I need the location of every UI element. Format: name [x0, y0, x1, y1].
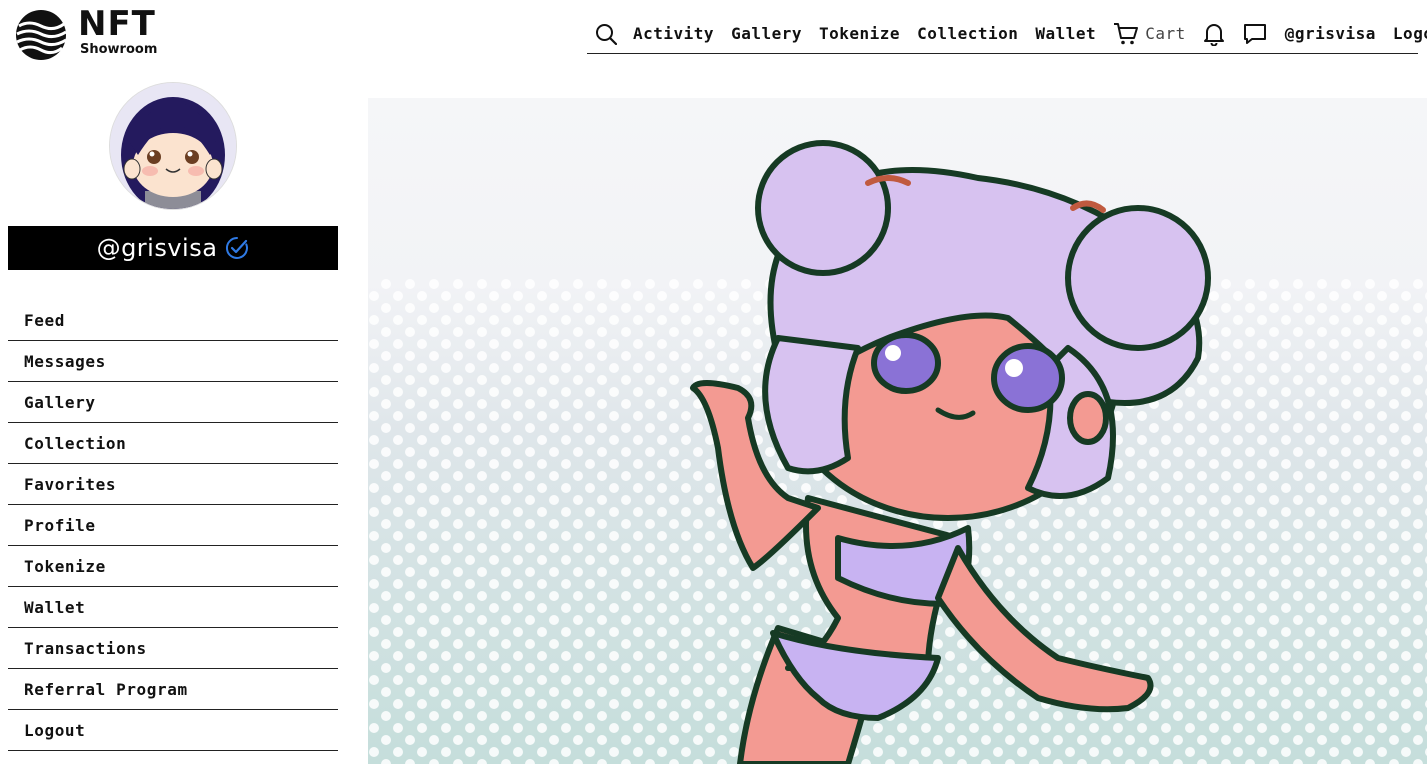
sidebar-item-transactions[interactable]: Transactions — [8, 629, 338, 669]
cart-label: Cart — [1145, 24, 1186, 43]
sidebar-item-collection[interactable]: Collection — [8, 424, 338, 464]
avatar[interactable] — [109, 82, 237, 210]
nav-user-handle[interactable]: @grisvisa — [1285, 24, 1376, 43]
sidebar-menu: Feed Messages Gallery Collection Favorit… — [8, 301, 338, 752]
nav-logout[interactable]: Logout — [1393, 24, 1427, 43]
nav-tokenize[interactable]: Tokenize — [819, 24, 900, 43]
brand-subtitle: Showroom — [80, 42, 158, 57]
sidebar-item-feed[interactable]: Feed — [8, 301, 338, 341]
nft-artwork[interactable] — [368, 98, 1427, 764]
sidebar-item-gallery[interactable]: Gallery — [8, 383, 338, 423]
avatar-illustration — [110, 83, 236, 209]
sidebar-item-logout[interactable]: Logout — [8, 711, 338, 751]
bell-icon[interactable] — [1203, 22, 1225, 46]
nav-activity[interactable]: Activity — [633, 24, 714, 43]
sidebar-item-referral-program[interactable]: Referral Program — [8, 670, 338, 710]
nav-collection[interactable]: Collection — [917, 24, 1018, 43]
nav-cart[interactable]: Cart — [1113, 22, 1186, 46]
profile-handle[interactable]: @grisvisa — [97, 234, 218, 262]
search-icon[interactable] — [595, 23, 617, 45]
sidebar-item-wallet[interactable]: Wallet — [8, 588, 338, 628]
nav-gallery[interactable]: Gallery — [731, 24, 802, 43]
user-banner: @grisvisa — [8, 226, 338, 270]
top-navigation: Activity Gallery Tokenize Collection Wal… — [587, 14, 1427, 54]
sidebar-item-profile[interactable]: Profile — [8, 506, 338, 546]
nav-wallet[interactable]: Wallet — [1035, 24, 1096, 43]
sidebar-item-favorites[interactable]: Favorites — [8, 465, 338, 505]
brand-name: NFT — [78, 4, 156, 44]
brand-logo[interactable]: NFT Showroom — [14, 4, 174, 62]
cart-icon — [1113, 22, 1139, 46]
sidebar-item-tokenize[interactable]: Tokenize — [8, 547, 338, 587]
logo-globe-icon — [16, 10, 67, 60]
chat-bubble-icon[interactable] — [1243, 22, 1267, 46]
verified-check-icon — [225, 236, 249, 260]
nft-artwork-image — [368, 98, 1427, 764]
sidebar-item-messages[interactable]: Messages — [8, 342, 338, 382]
